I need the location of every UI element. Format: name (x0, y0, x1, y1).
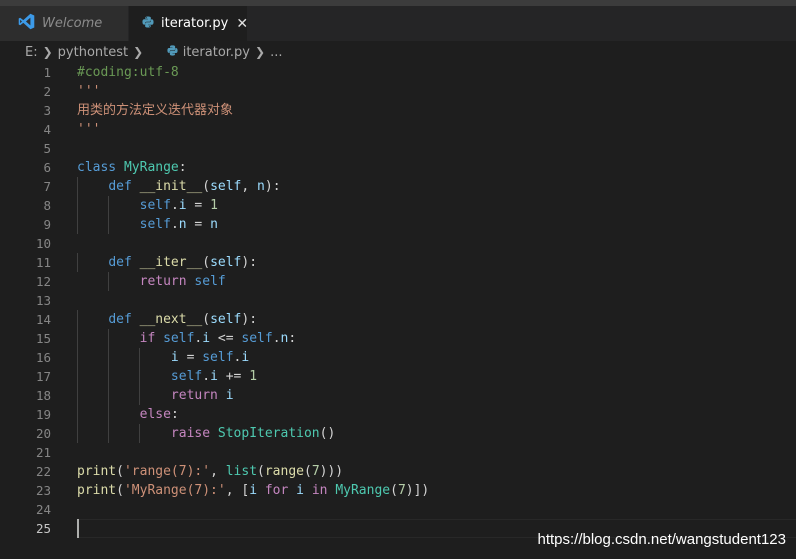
code-text: print('range(7):', list(range(7))) (77, 464, 344, 479)
code-line[interactable]: 24 (0, 500, 796, 519)
line-number: 8 (43, 198, 51, 213)
code-text: self.i += 1 (170, 369, 258, 384)
line-number: 21 (35, 445, 51, 460)
code-line[interactable]: 18 return i (0, 386, 796, 405)
line-number: 12 (35, 274, 51, 289)
line-number: 25 (35, 521, 51, 536)
code-line[interactable]: 1 #coding:utf-8 (0, 63, 796, 82)
code-text: class MyRange: (77, 160, 187, 175)
code-line[interactable]: 7 def __init__(self, n): (0, 177, 796, 196)
line-number: 18 (35, 388, 51, 403)
code-text: ''' (77, 84, 101, 99)
line-number: 23 (35, 483, 51, 498)
breadcrumb-folder[interactable]: pythontest (58, 45, 128, 60)
code-line[interactable]: 14 def __next__(self): (0, 310, 796, 329)
line-number: 20 (35, 426, 51, 441)
tab-iterator-py[interactable]: iterator.py ✕ (129, 6, 248, 41)
text-cursor (77, 519, 79, 538)
chevron-right-icon: ❯ (133, 45, 144, 59)
code-line[interactable]: 12 return self (0, 272, 796, 291)
code-line[interactable]: 17 self.i += 1 (0, 367, 796, 386)
line-number: 5 (43, 141, 51, 156)
code-text: ''' (77, 122, 101, 137)
line-number: 11 (35, 255, 51, 270)
code-line[interactable]: 23 print('MyRange(7):', [i for i in MyRan… (0, 481, 796, 500)
line-number: 24 (35, 502, 51, 517)
code-line[interactable]: 21 (0, 443, 796, 462)
breadcrumb-file[interactable]: iterator.py (183, 45, 250, 60)
code-text: i = self.i (170, 350, 250, 365)
code-line[interactable]: 15 if self.i <= self.n: (0, 329, 796, 348)
code-text: 用类的方法定义迭代器对象 (77, 103, 234, 118)
line-number: 10 (35, 236, 51, 251)
tab-welcome[interactable]: Welcome (0, 6, 129, 41)
watermark: https://blog.csdn.net/wangstudent123 (537, 531, 786, 548)
line-number: 4 (43, 122, 51, 137)
vscode-logo-icon (18, 13, 35, 34)
code-text: else: (139, 407, 179, 422)
code-line[interactable]: 19 else: (0, 405, 796, 424)
code-line[interactable]: 5 (0, 139, 796, 158)
code-line[interactable]: 20 raise StopIteration() (0, 424, 796, 443)
code-text: if self.i <= self.n: (139, 331, 297, 346)
chevron-right-icon: ❯ (42, 45, 53, 59)
code-text: raise StopIteration() (170, 426, 336, 441)
code-text: def __init__(self, n): (108, 179, 281, 194)
close-icon[interactable]: ✕ (236, 16, 248, 32)
code-text: print('MyRange(7):', [i for i in MyRange… (77, 483, 430, 498)
code-text: return i (170, 388, 234, 403)
code-line[interactable]: 6 class MyRange: (0, 158, 796, 177)
code-text: def __next__(self): (108, 312, 258, 327)
code-line[interactable]: 11 def __iter__(self): (0, 253, 796, 272)
tab-welcome-label: Welcome (42, 16, 103, 31)
code-text: self.n = n (139, 217, 218, 232)
code-line[interactable]: 4 ''' (0, 120, 796, 139)
line-number: 7 (43, 179, 51, 194)
line-number: 3 (43, 103, 51, 118)
code-line[interactable]: 9 self.n = n (0, 215, 796, 234)
line-number: 1 (43, 65, 51, 80)
code-line[interactable]: 2 ''' (0, 82, 796, 101)
line-number: 16 (35, 350, 51, 365)
line-number: 9 (43, 217, 51, 232)
line-number: 13 (35, 293, 51, 308)
code-text: def __iter__(self): (108, 255, 258, 270)
code-text: return self (139, 274, 226, 289)
line-number: 14 (35, 312, 51, 327)
line-number: 2 (43, 84, 51, 99)
code-line[interactable]: 3 用类的方法定义迭代器对象 (0, 101, 796, 120)
line-number: 6 (43, 160, 51, 175)
line-number: 15 (35, 331, 51, 346)
code-line[interactable]: 10 (0, 234, 796, 253)
code-text: #coding:utf-8 (77, 65, 179, 80)
line-number: 22 (35, 464, 51, 479)
code-text: self.i = 1 (139, 198, 218, 213)
chevron-right-icon: ❯ (255, 45, 266, 59)
line-number: 17 (35, 369, 51, 384)
breadcrumb-more[interactable]: ... (270, 45, 282, 60)
breadcrumb-drive[interactable]: E: (25, 45, 38, 60)
breadcrumb: E: ❯ pythontest ❯ iterator.py ❯ ... (0, 41, 796, 63)
code-line[interactable]: 16 i = self.i (0, 348, 796, 367)
code-line[interactable]: 8 self.i = 1 (0, 196, 796, 215)
code-line[interactable]: 22 print('range(7):', list(range(7))) (0, 462, 796, 481)
line-number: 19 (35, 407, 51, 422)
code-line[interactable]: 13 (0, 291, 796, 310)
code-editor[interactable]: 1 #coding:utf-8 2 ''' 3 用类的方法定义迭代器对象 4 ''' 5 6 cla… (0, 63, 796, 559)
tab-bar: Welcome iterator.py ✕ (0, 6, 796, 41)
